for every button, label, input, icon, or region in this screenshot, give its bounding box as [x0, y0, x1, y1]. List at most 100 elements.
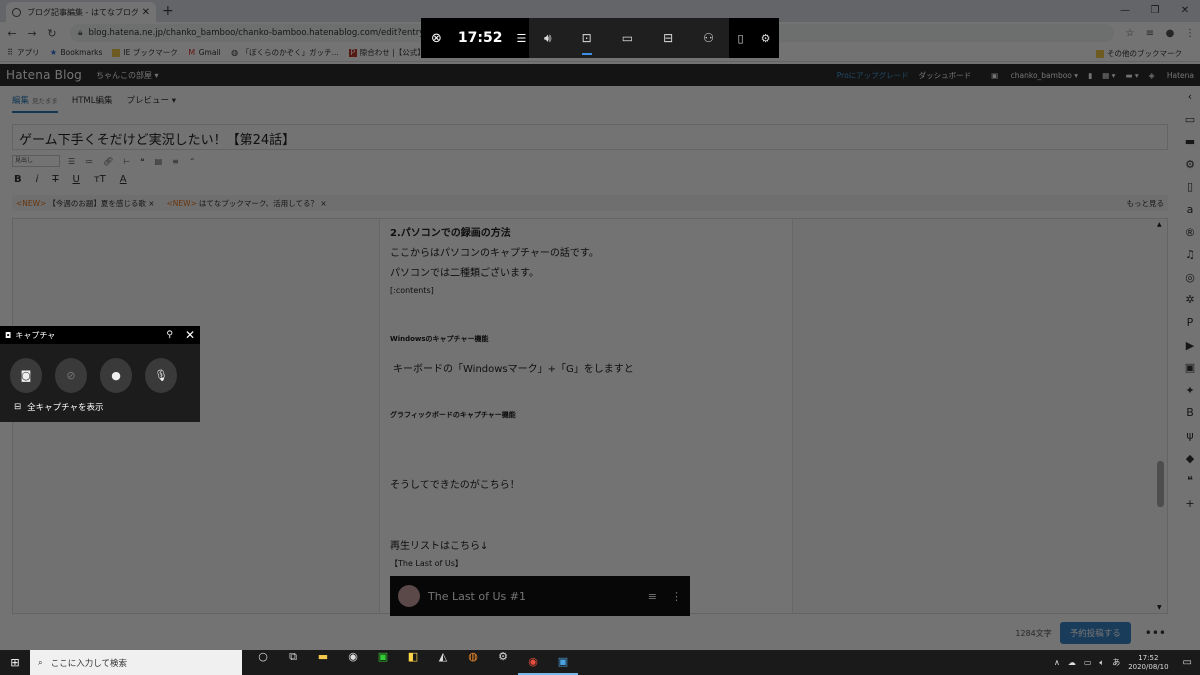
bookmark-apps[interactable]: ⠿ アプリ: [6, 47, 39, 58]
record-last-30s-button[interactable]: ⊘: [55, 358, 87, 393]
network-icon[interactable]: ▭: [1084, 658, 1092, 667]
rakuten-icon[interactable]: ®: [1185, 222, 1196, 245]
xbox-logo-icon[interactable]: ⊗: [431, 31, 442, 46]
bookmark-site-1[interactable]: ◍ 「ぼくらのかぞく」ガッチ...: [231, 47, 339, 58]
start-recording-button[interactable]: ●: [100, 358, 132, 393]
show-all-captures-link[interactable]: ⊟ 全キャプチャを表示: [0, 393, 200, 421]
taskbar-search[interactable]: ⌕ ここに入力して検索: [30, 650, 242, 675]
performance-icon[interactable]: ▭: [622, 31, 633, 45]
gallery-icon[interactable]: ⊟: [663, 31, 673, 45]
font-size-icon[interactable]: тT: [94, 174, 106, 185]
notifications-icon[interactable]: ▭: [1183, 657, 1192, 668]
photos-app-icon[interactable]: ◭: [428, 650, 458, 675]
strikethrough-icon[interactable]: T: [52, 174, 58, 185]
maximize-button[interactable]: ❐: [1140, 0, 1170, 22]
tab-edit[interactable]: 編集 見たまま: [12, 94, 58, 113]
quote-icon[interactable]: ❝: [1187, 470, 1193, 493]
comment-icon[interactable]: ▬ ▾: [1125, 71, 1138, 80]
link-icon[interactable]: 🔗︎: [103, 157, 113, 166]
capture-widget-icon[interactable]: ⊡: [581, 31, 592, 55]
minimize-button[interactable]: —: [1110, 0, 1140, 22]
back-icon[interactable]: ←: [4, 27, 20, 40]
evernote-icon[interactable]: ◆: [1186, 448, 1194, 471]
more-options-button[interactable]: •••: [1145, 626, 1166, 640]
twitter-icon[interactable]: ✦: [1185, 380, 1194, 403]
notice-item[interactable]: <NEW> はてなブックマーク、活用してる？ ×: [167, 198, 327, 209]
settings-gear-icon[interactable]: ⚙: [1185, 154, 1195, 177]
forward-icon[interactable]: →: [24, 27, 40, 40]
text-color-icon[interactable]: A: [120, 174, 127, 185]
table-icon[interactable]: ▤: [155, 157, 163, 166]
ime-indicator[interactable]: あ: [1112, 657, 1120, 668]
folder-icon[interactable]: ▬: [1185, 131, 1195, 154]
more-separator-icon[interactable]: ⊢: [123, 157, 130, 166]
amazon-icon[interactable]: a: [1187, 199, 1194, 222]
user-menu[interactable]: ▣ chanko_bamboo ▾: [981, 71, 1078, 80]
editor-scrollbar[interactable]: ▲ ▼: [1155, 219, 1167, 613]
sticky-app-icon[interactable]: ◧: [398, 650, 428, 675]
pixiv-icon[interactable]: P: [1187, 312, 1194, 335]
browser-tab[interactable]: ブログ記事編集 - はてなブログ ✕: [6, 2, 156, 22]
youtube-embed[interactable]: The Last of Us #1 ≡ ⋮: [390, 576, 690, 616]
xbox-social-icon[interactable]: ⚇: [703, 31, 714, 45]
hatena-blog-logo[interactable]: Hatena Blog: [6, 68, 82, 82]
firefox-icon[interactable]: ◍: [458, 650, 488, 675]
microphone-button[interactable]: 🎙︎: [145, 358, 177, 393]
pro-upgrade-link[interactable]: Proにアップグレード: [837, 70, 909, 81]
playlist-icon[interactable]: ≡: [648, 590, 657, 603]
line-icon[interactable]: ▣: [368, 650, 398, 675]
editor-document[interactable]: 2.パソコンでの録画の方法 ここからはパソコンのキャプチャーの話です。 パソコン…: [379, 219, 793, 616]
settings-gear-icon[interactable]: ⚙: [761, 32, 771, 45]
new-tab-button[interactable]: +: [162, 3, 174, 19]
close-tab-icon[interactable]: ✕: [142, 7, 150, 18]
tab-html[interactable]: HTML編集: [72, 94, 113, 113]
grid-menu-icon[interactable]: ▦ ▾: [1102, 71, 1115, 80]
onedrive-icon[interactable]: ☁: [1068, 658, 1076, 667]
dashboard-link[interactable]: ダッシュボード: [919, 70, 972, 81]
collapse-toolbar-icon[interactable]: ⌃: [189, 157, 196, 166]
tab-preview[interactable]: プレビュー ▾: [126, 94, 175, 113]
scroll-down-icon[interactable]: ▼: [1157, 604, 1162, 611]
food-icon[interactable]: ψ: [1186, 425, 1193, 448]
capture-widget-header[interactable]: ◘ キャプチャ ⚲ ✕: [0, 326, 200, 344]
collapse-sidebar-icon[interactable]: ‹: [1188, 86, 1192, 109]
more-link[interactable]: もっと見る: [1127, 198, 1165, 209]
reading-list-icon[interactable]: ≡: [1140, 28, 1160, 39]
mouse-icon[interactable]: ▯: [738, 32, 744, 45]
niconico-icon[interactable]: ▣: [1185, 357, 1195, 380]
game-bar-app-icon[interactable]: ▣: [548, 650, 578, 675]
hatena-brand[interactable]: ◈ Hatena: [1149, 71, 1194, 80]
bookmark-ie[interactable]: IE ブックマーク: [112, 47, 178, 58]
heading-select[interactable]: 見出し: [12, 155, 60, 167]
start-button[interactable]: ⊞: [0, 656, 30, 669]
close-icon[interactable]: ✕: [185, 328, 195, 342]
file-explorer-icon[interactable]: ▬: [308, 650, 338, 675]
scrollbar-thumb[interactable]: [1157, 461, 1164, 507]
close-window-button[interactable]: ✕: [1170, 0, 1200, 22]
comments-icon[interactable]: ▭: [1185, 109, 1195, 132]
instagram-icon[interactable]: ◎: [1185, 267, 1195, 290]
document-icon[interactable]: ▯: [1187, 176, 1193, 199]
bookmark-bookmarks[interactable]: ★ Bookmarks: [50, 48, 103, 57]
quote-icon[interactable]: ❝: [140, 157, 144, 166]
chrome-menu-icon[interactable]: ⋮: [1180, 28, 1200, 39]
youtube-icon[interactable]: ▶: [1186, 335, 1194, 358]
settings-gear-icon[interactable]: ⚙: [488, 650, 518, 675]
add-icon[interactable]: +: [1185, 493, 1194, 516]
bold-icon[interactable]: B: [14, 174, 22, 185]
show-hidden-icons-icon[interactable]: ∧: [1054, 658, 1060, 667]
numbered-list-icon[interactable]: ≔: [85, 157, 93, 166]
bullet-list-icon[interactable]: ☰: [68, 157, 75, 166]
photos-icon[interactable]: ✲: [1185, 289, 1194, 312]
more-vert-icon[interactable]: ⋮: [671, 590, 682, 603]
bookmark-gmail[interactable]: M Gmail: [188, 48, 220, 57]
bookmark-star-icon[interactable]: ☆: [1120, 28, 1140, 39]
schedule-post-button[interactable]: 予約投稿する: [1059, 622, 1131, 644]
app-icon[interactable]: ◉: [338, 650, 368, 675]
italic-icon[interactable]: i: [36, 174, 39, 185]
audio-icon[interactable]: 🔊︎: [544, 31, 552, 46]
align-icon[interactable]: ≡: [172, 157, 179, 166]
pin-icon[interactable]: ⚲: [166, 330, 173, 340]
hatena-bookmark-icon[interactable]: B: [1186, 402, 1194, 425]
reload-icon[interactable]: ↻: [44, 27, 60, 40]
